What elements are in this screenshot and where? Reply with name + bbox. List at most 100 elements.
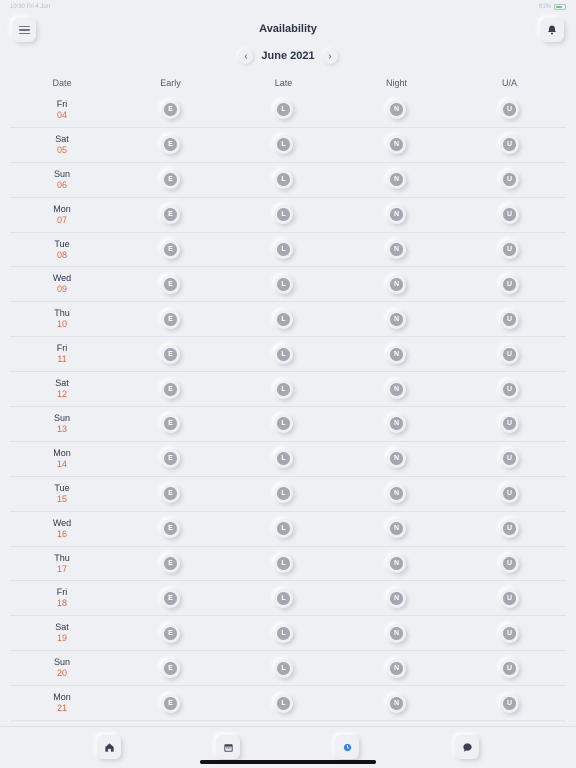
shift-toggle-unavailable[interactable]: U xyxy=(500,588,519,608)
shift-toggle-early[interactable]: E xyxy=(161,135,180,155)
shift-toggle-night[interactable]: N xyxy=(387,693,406,713)
shift-toggle-early[interactable]: E xyxy=(161,554,180,574)
shift-toggle-late[interactable]: L xyxy=(274,240,293,259)
shift-toggle-night[interactable]: N xyxy=(387,519,406,539)
shift-toggle-unavailable[interactable]: U xyxy=(500,274,519,294)
shift-cell-night: N xyxy=(340,484,453,504)
shift-toggle-unavailable[interactable]: U xyxy=(500,484,519,504)
shift-toggle-early[interactable]: E xyxy=(161,693,180,713)
shift-letter: N xyxy=(390,487,403,501)
shift-toggle-unavailable[interactable]: U xyxy=(500,693,519,713)
shift-toggle-night[interactable]: N xyxy=(387,344,406,364)
shift-toggle-late[interactable]: L xyxy=(274,449,293,469)
shift-letter: E xyxy=(164,208,177,222)
shift-toggle-late[interactable]: L xyxy=(274,274,293,294)
shift-toggle-night[interactable]: N xyxy=(387,135,406,155)
shift-toggle-night[interactable]: N xyxy=(387,554,406,574)
shift-toggle-late[interactable]: L xyxy=(274,100,293,120)
prev-month-button[interactable]: ‹ xyxy=(238,48,254,64)
date-cell: Sat 19 xyxy=(10,622,114,644)
shift-toggle-early[interactable]: E xyxy=(161,484,180,504)
shift-toggle-early[interactable]: E xyxy=(161,658,180,678)
shift-toggle-late[interactable]: L xyxy=(274,554,293,574)
shift-toggle-late[interactable]: L xyxy=(274,379,293,399)
tab-chat[interactable] xyxy=(455,735,479,759)
shift-toggle-unavailable[interactable]: U xyxy=(500,100,519,120)
tab-calendar[interactable] xyxy=(216,735,240,759)
shift-toggle-early[interactable]: E xyxy=(161,274,180,294)
shift-toggle-unavailable[interactable]: U xyxy=(500,519,519,539)
day-name: Mon xyxy=(53,203,71,214)
shift-letter: U xyxy=(503,208,516,222)
shift-letter: N xyxy=(390,452,403,466)
shift-toggle-late[interactable]: L xyxy=(274,519,293,539)
shift-toggle-early[interactable]: E xyxy=(161,309,180,329)
shift-toggle-early[interactable]: E xyxy=(161,240,180,259)
shift-toggle-night[interactable]: N xyxy=(387,658,406,678)
shift-cell-night: N xyxy=(340,414,453,434)
shift-letter: U xyxy=(503,417,516,431)
notifications-button[interactable] xyxy=(540,18,564,42)
shift-letter: U xyxy=(503,661,516,675)
shift-toggle-night[interactable]: N xyxy=(387,379,406,399)
shift-toggle-early[interactable]: E xyxy=(161,449,180,469)
shift-toggle-night[interactable]: N xyxy=(387,414,406,434)
shift-toggle-unavailable[interactable]: U xyxy=(500,135,519,155)
shift-toggle-late[interactable]: L xyxy=(274,205,293,225)
shift-toggle-unavailable[interactable]: U xyxy=(500,554,519,574)
shift-toggle-unavailable[interactable]: U xyxy=(500,414,519,434)
tab-home[interactable] xyxy=(97,735,121,759)
shift-cell-late: L xyxy=(227,588,340,608)
table-row: Tue 08 E L N U xyxy=(10,233,566,268)
shift-toggle-night[interactable]: N xyxy=(387,240,406,259)
shift-letter: N xyxy=(390,557,403,571)
shift-toggle-unavailable[interactable]: U xyxy=(500,623,519,643)
shift-toggle-unavailable[interactable]: U xyxy=(500,170,519,190)
shift-toggle-late[interactable]: L xyxy=(274,135,293,155)
table-row: Fri 11 E L N U xyxy=(10,337,566,373)
shift-cell-night: N xyxy=(340,693,453,713)
shift-toggle-late[interactable]: L xyxy=(274,414,293,434)
shift-toggle-early[interactable]: E xyxy=(161,170,180,190)
shift-toggle-night[interactable]: N xyxy=(387,449,406,469)
shift-toggle-unavailable[interactable]: U xyxy=(500,344,519,364)
shift-toggle-night[interactable]: N xyxy=(387,309,406,329)
shift-letter: U xyxy=(503,138,516,152)
shift-letter: U xyxy=(503,452,516,466)
shift-cell-late: L xyxy=(227,554,340,574)
shift-toggle-night[interactable]: N xyxy=(387,623,406,643)
next-month-button[interactable]: › xyxy=(322,48,338,64)
shift-toggle-early[interactable]: E xyxy=(161,205,180,225)
shift-toggle-early[interactable]: E xyxy=(161,100,180,120)
shift-toggle-late[interactable]: L xyxy=(274,658,293,678)
shift-toggle-night[interactable]: N xyxy=(387,274,406,294)
shift-toggle-early[interactable]: E xyxy=(161,379,180,399)
shift-toggle-early[interactable]: E xyxy=(161,623,180,643)
tab-availability[interactable] xyxy=(335,735,359,759)
shift-toggle-night[interactable]: N xyxy=(387,100,406,120)
date-cell: Tue 15 xyxy=(10,483,114,505)
shift-toggle-unavailable[interactable]: U xyxy=(500,240,519,259)
shift-toggle-early[interactable]: E xyxy=(161,588,180,608)
shift-toggle-night[interactable]: N xyxy=(387,484,406,504)
shift-toggle-late[interactable]: L xyxy=(274,309,293,329)
shift-toggle-late[interactable]: L xyxy=(274,170,293,190)
shift-toggle-early[interactable]: E xyxy=(161,414,180,434)
shift-toggle-unavailable[interactable]: U xyxy=(500,658,519,678)
shift-toggle-unavailable[interactable]: U xyxy=(500,309,519,329)
shift-toggle-late[interactable]: L xyxy=(274,693,293,713)
shift-toggle-night[interactable]: N xyxy=(387,588,406,608)
shift-toggle-unavailable[interactable]: U xyxy=(500,205,519,225)
shift-toggle-early[interactable]: E xyxy=(161,344,180,364)
shift-cell-late: L xyxy=(227,240,340,259)
shift-toggle-late[interactable]: L xyxy=(274,623,293,643)
shift-toggle-night[interactable]: N xyxy=(387,170,406,190)
shift-cell-early: E xyxy=(114,414,227,434)
shift-toggle-late[interactable]: L xyxy=(274,484,293,504)
shift-toggle-unavailable[interactable]: U xyxy=(500,379,519,399)
shift-toggle-late[interactable]: L xyxy=(274,344,293,364)
shift-toggle-night[interactable]: N xyxy=(387,205,406,225)
shift-toggle-late[interactable]: L xyxy=(274,588,293,608)
shift-toggle-unavailable[interactable]: U xyxy=(500,449,519,469)
shift-toggle-early[interactable]: E xyxy=(161,519,180,539)
